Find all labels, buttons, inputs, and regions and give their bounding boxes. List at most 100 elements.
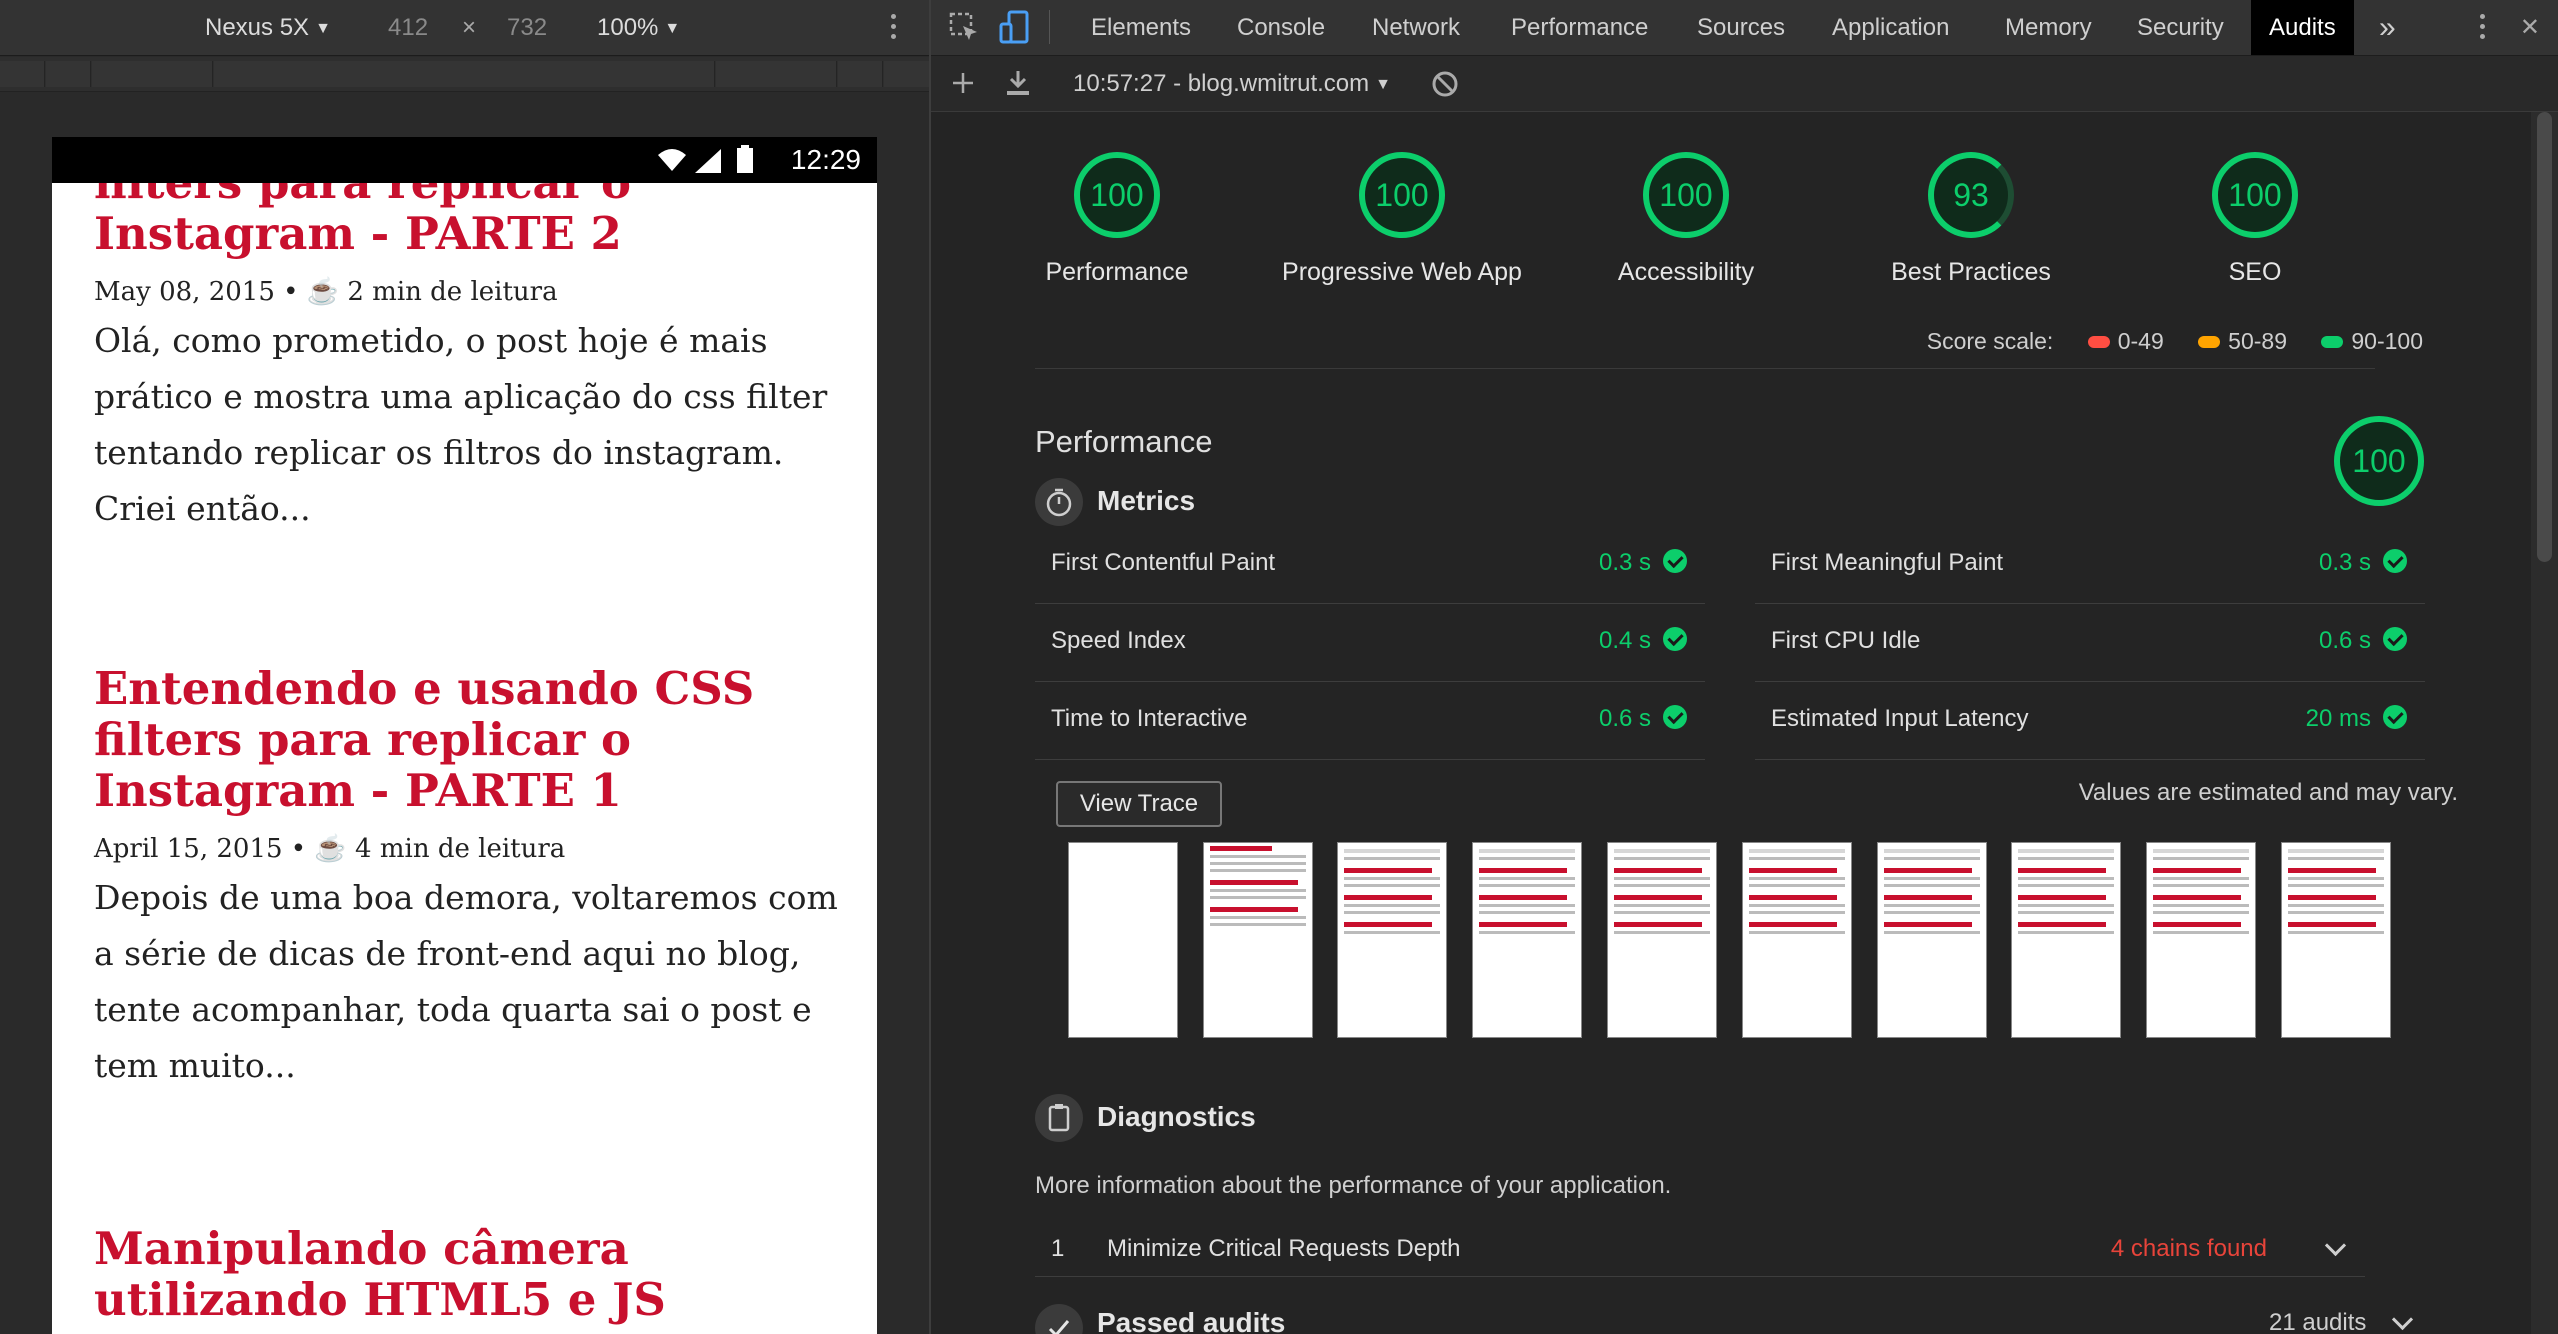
tab-network[interactable]: Network [1372,0,1460,55]
clear-icon[interactable] [1431,70,1459,98]
score-scale-label: Score scale: [1926,328,2054,354]
android-status-bar: 12:29 [52,137,877,183]
close-icon[interactable]: ✕ [2520,0,2540,55]
passed-audits-title[interactable]: Passed audits [1097,1307,1285,1334]
post-meta: April 15, 2015 • ☕ 4 min de leitura [94,834,566,864]
metric-row: Time to Interactive 0.6 s [1035,681,1705,760]
more-tabs-icon[interactable]: » [2379,0,2396,55]
media-query-segment[interactable] [838,61,883,87]
device-toolbar-toggle-icon[interactable] [999,10,1031,46]
tab-audits[interactable]: Audits [2251,0,2354,55]
score-ring: 93 [1928,152,2014,238]
filmstrip-frame [1742,842,1852,1038]
divider [1035,368,2375,369]
passed-audits-count: 21 audits [2269,1309,2367,1334]
tab-application[interactable]: Application [1832,0,1949,55]
media-query-segment[interactable] [884,61,929,87]
category-gauge[interactable]: 100 Performance [997,152,1237,287]
devtools-pane: Elements Console Network Performance Sou… [931,0,2558,1334]
media-query-segment[interactable] [92,61,213,87]
filmstrip-frame [1068,842,1178,1038]
tab-elements[interactable]: Elements [1091,0,1191,55]
diagnostic-result: 4 chains found [2110,1235,2267,1262]
inspect-element-icon[interactable] [949,12,981,44]
metric-value: 0.4 s [1598,627,1651,654]
estimated-note: Values are estimated and may vary. [2078,779,2458,806]
score-ring: 100 [2212,152,2298,238]
checkmark-icon [1035,1304,1083,1334]
tab-memory[interactable]: Memory [2005,0,2092,55]
diagnostic-row[interactable]: 1 Minimize Critical Requests Depth 4 cha… [1035,1224,2365,1277]
post-title[interactable]: Manipulando câmera utilizando HTML5 e JS [94,1223,854,1325]
score-ring: 100 [1359,152,1445,238]
category-gauge[interactable]: 93 Best Practices [1851,152,2091,287]
metric-value: 0.3 s [2318,549,2371,576]
tab-console[interactable]: Console [1237,0,1325,55]
section-title: Performance [1035,424,1213,459]
devtools-menu-icon[interactable] [2480,14,2486,44]
filmstrip-frame [1877,842,1987,1038]
pass-check-icon [1663,705,1687,729]
post-meta: May 08, 2015 • ☕ 2 min de leitura [94,277,558,307]
media-query-segment[interactable] [0,61,45,87]
dimension-separator: × [462,14,477,41]
reading-time: 2 min de leitura [347,277,558,307]
height-input[interactable]: 732 [507,14,547,42]
audit-run-select[interactable]: 10:57:27 - blog.wmitrut.com ▼ [1073,70,1391,98]
category-label: Best Practices [1891,258,2051,286]
blog-post: filters para replicar o Instagram - PART… [94,157,854,537]
battery-icon [737,145,753,173]
report-scrollbar[interactable] [2531,112,2558,1334]
scale-band: 90-100 [2351,328,2423,354]
device-emulation-pane: Nexus 5X▼ 412 × 732 100%▼ filters para r… [0,0,929,1334]
devtools-tabbar: Elements Console Network Performance Sou… [931,0,2558,56]
audits-toolbar: 10:57:27 - blog.wmitrut.com ▼ [931,56,2558,112]
category-gauge[interactable]: 100 Progressive Web App [1282,152,1522,287]
chevron-down-icon: ▼ [664,20,681,37]
post-date: May 08, 2015 [94,277,275,307]
scrollbar-thumb[interactable] [2537,112,2552,562]
media-query-segment[interactable] [214,61,715,87]
pass-check-icon [1663,627,1687,651]
metric-name: First Contentful Paint [1051,549,1276,576]
tab-security[interactable]: Security [2137,0,2224,55]
post-title[interactable]: Entendendo e usando CSS filters para rep… [94,663,854,816]
filmstrip-frame [1203,842,1313,1038]
metric-row: First CPU Idle 0.6 s [1755,603,2425,682]
filmstrip-frame [2146,842,2256,1038]
tab-performance[interactable]: Performance [1511,0,1648,55]
chevron-down-icon[interactable] [2324,1234,2347,1257]
plus-icon[interactable] [951,71,975,95]
media-query-segment[interactable] [716,61,837,87]
metric-name: Estimated Input Latency [1771,705,2029,732]
score-ring: 100 [1074,152,1160,238]
category-gauge[interactable]: 100 SEO [2135,152,2375,287]
pass-check-icon [2383,705,2407,729]
wifi-icon [658,149,686,171]
coffee-icon: ☕ [314,834,347,864]
width-input[interactable]: 412 [388,14,428,42]
filmstrip-frame [1472,842,1582,1038]
media-query-segment[interactable] [46,61,91,87]
device-select[interactable]: Nexus 5X ▼ [205,14,331,43]
fail-swatch [2087,336,2110,348]
more-options-icon[interactable] [891,14,897,44]
download-icon[interactable] [1005,69,1031,97]
metric-row: Speed Index 0.4 s [1035,603,1705,682]
blog-post: Manipulando câmera utilizando HTML5 e JS [94,1223,854,1325]
filmstrip-frame [2011,842,2121,1038]
tab-sources[interactable]: Sources [1697,0,1785,55]
chevron-down-icon: ▼ [1375,76,1391,93]
category-gauge[interactable]: 100 Accessibility [1566,152,1806,287]
filmstrip-frame [2281,842,2391,1038]
scale-band: 0-49 [2117,328,2164,354]
metric-row: First Contentful Paint 0.3 s [1035,525,1705,604]
media-query-bar [0,57,929,92]
zoom-select[interactable]: 100% ▼ [597,14,680,43]
clipboard-icon [1035,1094,1083,1142]
metric-value: 0.6 s [1598,705,1651,732]
diagnostic-index: 1 [1051,1235,1065,1262]
view-trace-button[interactable]: View Trace [1056,781,1222,827]
filmstrip-frame [1337,842,1447,1038]
metric-value: 0.3 s [1598,549,1651,576]
